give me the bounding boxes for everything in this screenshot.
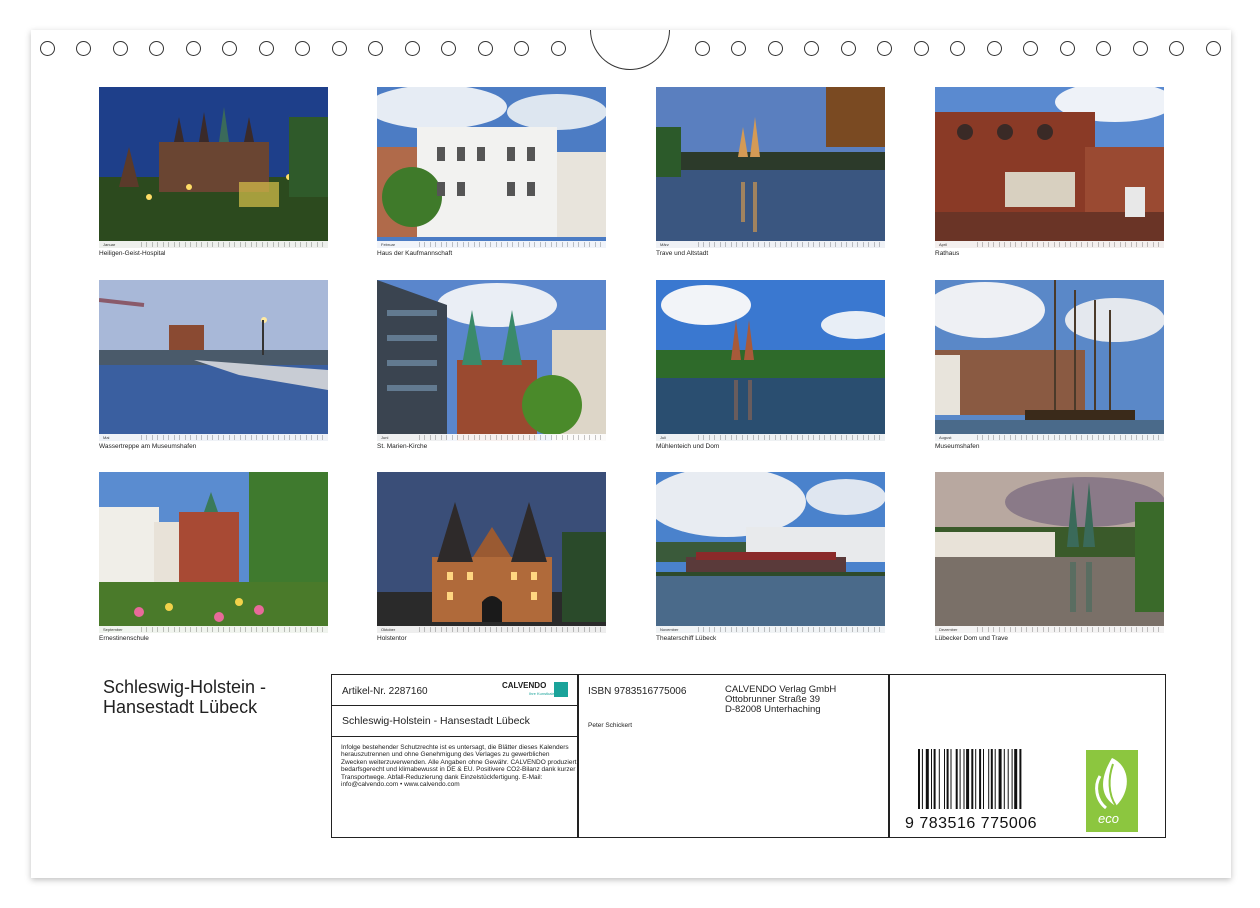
binding-ring	[1169, 41, 1184, 56]
title-line-2: Hansestadt Lübeck	[103, 697, 258, 717]
thumbnail-march: März	[656, 87, 885, 248]
month-label: September	[103, 627, 123, 632]
caption-july: Mühlenteich und Dom	[656, 443, 720, 450]
thumbnail-april: April	[935, 87, 1164, 248]
month-label: April	[939, 242, 948, 247]
binding-ring	[768, 41, 783, 56]
binding-ring	[987, 41, 1002, 56]
barcode-icon	[918, 749, 1022, 809]
binding-ring	[40, 41, 55, 56]
month-label: Oktober	[381, 627, 396, 632]
binding-ring	[950, 41, 965, 56]
eco-label: eco	[1098, 811, 1119, 826]
legal-notice: Infolge bestehender Schutzrechte ist es …	[341, 744, 577, 789]
binding-ring	[259, 41, 274, 56]
calvendo-mark-icon	[554, 682, 568, 697]
caption-march: Trave und Altstadt	[656, 250, 709, 257]
binding-ring	[551, 41, 566, 56]
calendar-subtitle: Schleswig-Holstein - Hansestadt Lübeck	[342, 715, 530, 727]
binding-ring	[332, 41, 347, 56]
binding-ring	[222, 41, 237, 56]
binding-ring	[405, 41, 420, 56]
binding-ring	[149, 41, 164, 56]
month-label: März	[660, 242, 669, 247]
caption-september: Ernestinenschule	[99, 635, 149, 642]
ean-number: 9 783516 775006	[905, 815, 1038, 832]
binding-ring	[914, 41, 929, 56]
binding-ring	[441, 41, 456, 56]
month-label: Februar	[381, 242, 396, 247]
month-label: Juli	[660, 435, 667, 440]
binding-ring	[295, 41, 310, 56]
thumbnail-june: Juni	[377, 280, 606, 441]
eco-leaf-icon: eco	[1086, 750, 1138, 832]
binding-ring	[1096, 41, 1111, 56]
binding-ring	[113, 41, 128, 56]
caption-december: Lübecker Dom und Trave	[935, 635, 1008, 642]
publisher-info-box: Artikel-Nr. 2287160 CALVENDO Ihre Kunstk…	[331, 674, 1166, 838]
caption-january: Heiligen-Geist-Hospital	[99, 250, 166, 257]
binding-ring	[1060, 41, 1075, 56]
binding-ring	[514, 41, 529, 56]
month-label: November	[660, 627, 679, 632]
thumbnail-october: Oktober	[377, 472, 606, 633]
isbn: ISBN 9783516775006	[588, 686, 687, 697]
binding-ring	[695, 41, 710, 56]
caption-october: Holstentor	[377, 635, 407, 642]
thumbnail-january: Januar	[99, 87, 328, 248]
thumbnail-august: August	[935, 280, 1164, 441]
month-label: August	[939, 435, 952, 440]
thumbnail-july: Juli	[656, 280, 885, 441]
binding-ring	[186, 41, 201, 56]
month-label: Mai	[103, 435, 110, 440]
binding-ring	[76, 41, 91, 56]
thumbnail-november: November	[656, 472, 885, 633]
article-number: Artikel-Nr. 2287160	[342, 686, 428, 697]
caption-august: Museumshafen	[935, 443, 980, 450]
binding-ring	[731, 41, 746, 56]
binding-ring	[1206, 41, 1221, 56]
title-line-1: Schleswig-Holstein -	[103, 677, 267, 697]
caption-may: Wassertreppe am Museumshafen	[99, 443, 197, 450]
caption-june: St. Marien-Kirche	[377, 443, 428, 450]
author-name: Peter Schickert	[588, 722, 633, 729]
binding-ring	[1133, 41, 1148, 56]
caption-november: Theaterschiff Lübeck	[656, 635, 717, 642]
publisher-address: CALVENDO Verlag GmbH Ottobrunner Straße …	[725, 685, 836, 715]
calendar-title: Schleswig-Holstein - Hansestadt Lübeck	[103, 677, 266, 717]
month-label: Juni	[381, 435, 389, 440]
thumbnail-december: Dezember	[935, 472, 1164, 633]
binding-ring	[841, 41, 856, 56]
publisher-city: D-82008 Unterhaching	[725, 704, 821, 715]
thumbnail-may: Mai	[99, 280, 328, 441]
thumbnail-february: Februar	[377, 87, 606, 248]
calvendo-logo-name: CALVENDO	[502, 681, 547, 690]
month-label: Dezember	[939, 627, 958, 632]
binding-ring	[877, 41, 892, 56]
binding-ring	[368, 41, 383, 56]
binding-ring	[1023, 41, 1038, 56]
thumbnail-september: September	[99, 472, 328, 633]
caption-february: Haus der Kaufmannschaft	[377, 250, 453, 257]
binding-ring	[804, 41, 819, 56]
month-label: Januar	[103, 242, 116, 247]
binding-ring	[478, 41, 493, 56]
caption-april: Rathaus	[935, 250, 960, 257]
